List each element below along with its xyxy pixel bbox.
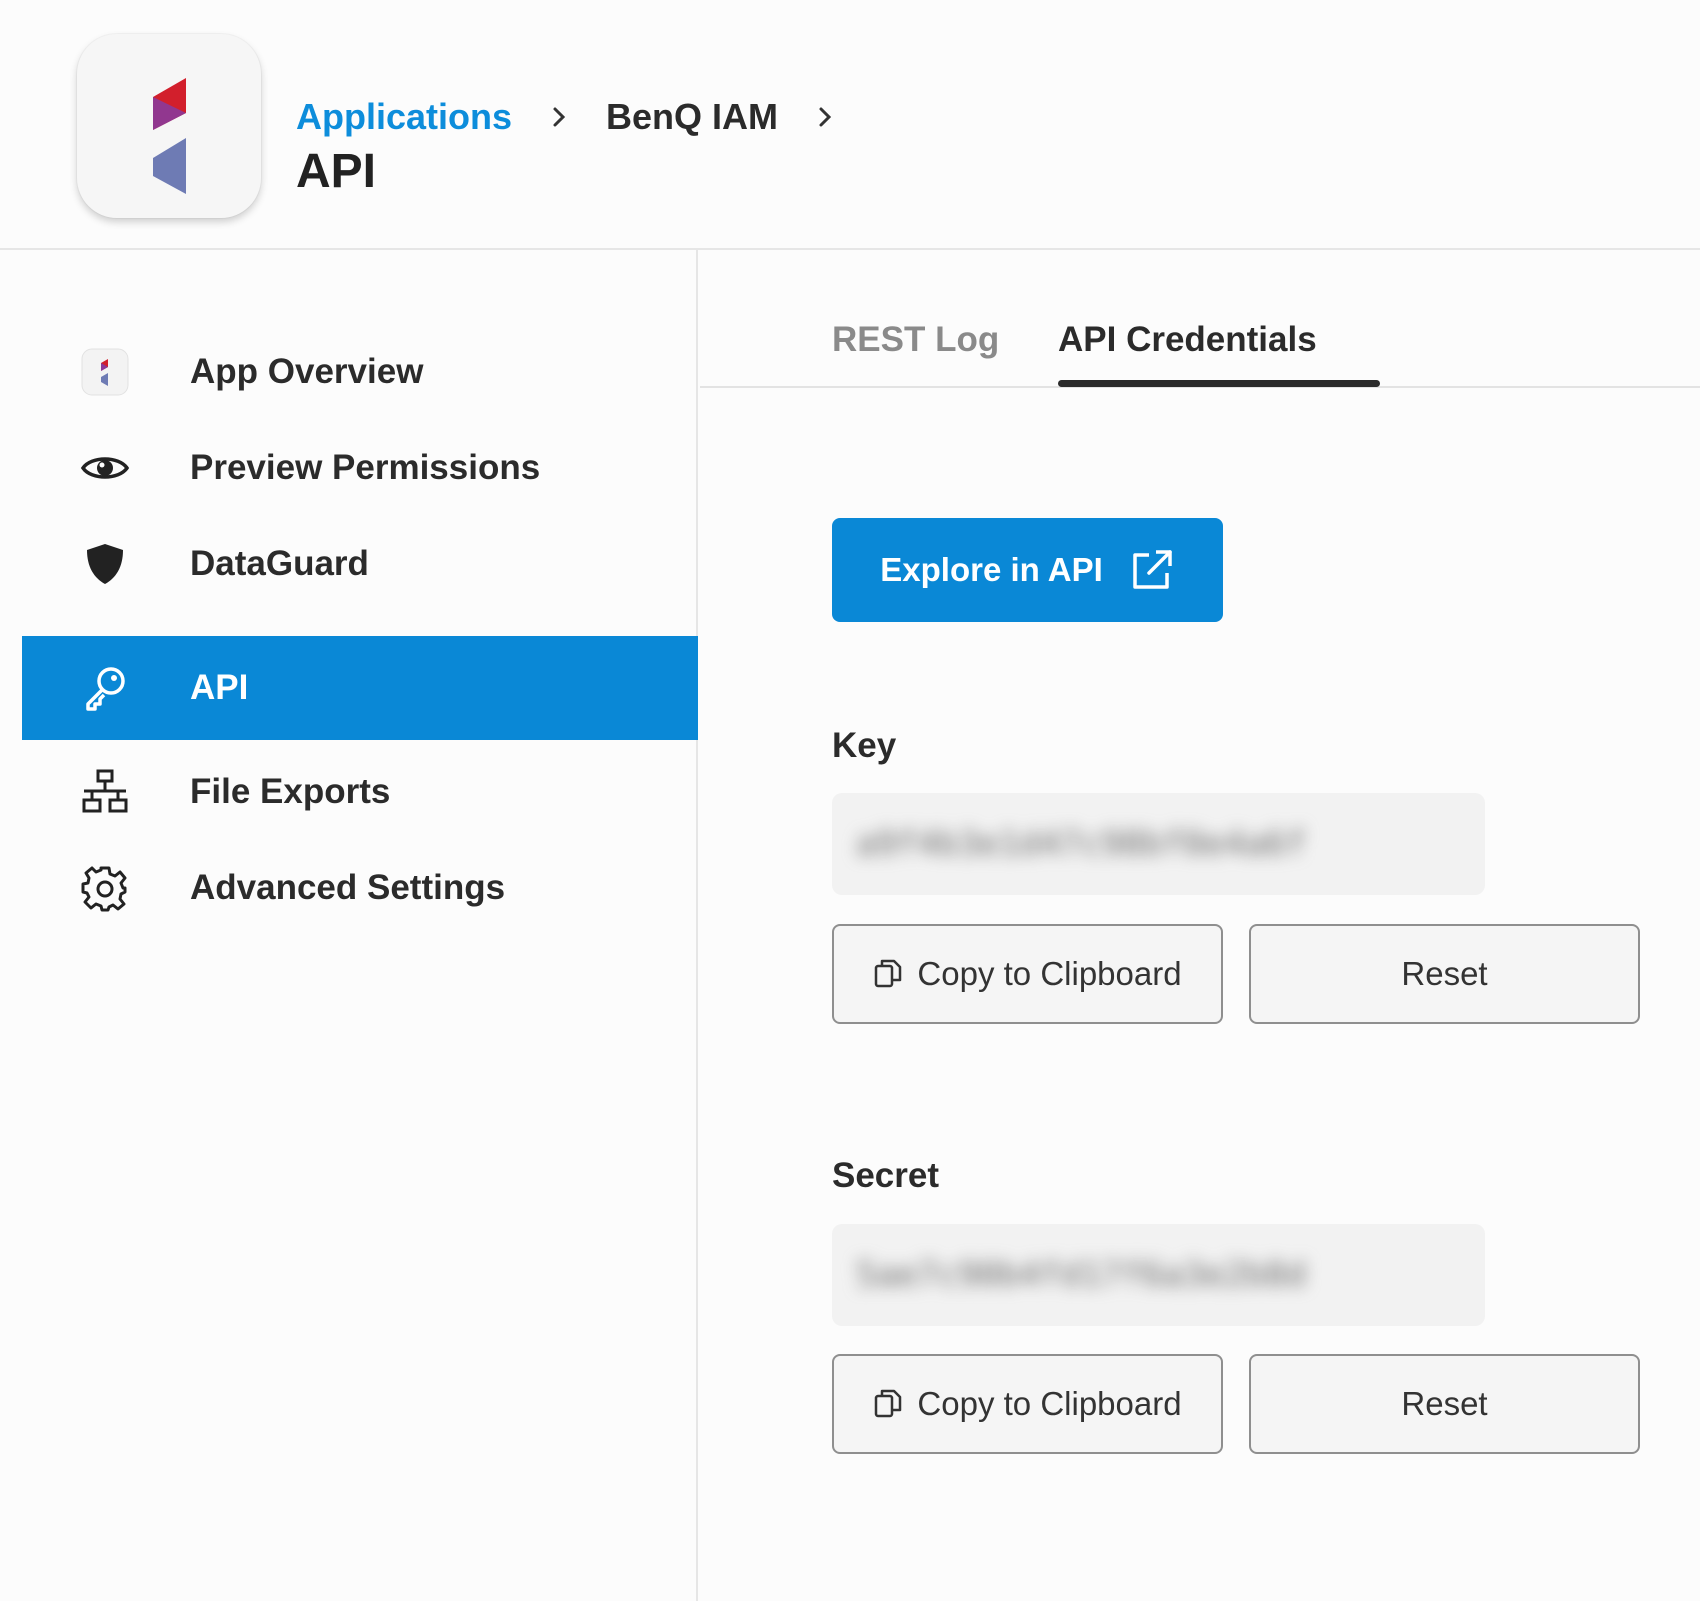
copy-secret-button[interactable]: Copy to Clipboard	[832, 1354, 1223, 1454]
explore-in-api-button[interactable]: Explore in API	[832, 518, 1223, 622]
key-label: Key	[832, 726, 897, 765]
sidebar-item-label: App Overview	[190, 352, 424, 391]
sidebar-item-dataguard[interactable]: DataGuard	[22, 512, 698, 616]
copy-key-button[interactable]: Copy to Clipboard	[832, 924, 1223, 1024]
gear-icon	[80, 863, 130, 913]
secret-field[interactable]: 5ae7c90b4fd17f6a3e2b8d	[832, 1224, 1485, 1326]
active-tab-indicator	[1058, 380, 1380, 387]
explore-button-label: Explore in API	[880, 551, 1103, 588]
sidebar-item-api[interactable]: API	[22, 636, 698, 740]
key-icon	[80, 663, 130, 713]
breadcrumb-app[interactable]: BenQ IAM	[606, 96, 778, 138]
network-icon	[80, 767, 130, 817]
app-logo-icon	[80, 347, 130, 397]
reset-key-button[interactable]: Reset	[1249, 924, 1640, 1024]
eye-icon	[80, 443, 130, 493]
breadcrumb: Applications BenQ IAM	[296, 92, 872, 142]
page-title: API	[296, 145, 377, 198]
copy-button-label: Copy to Clipboard	[917, 1385, 1182, 1422]
sidebar-item-advanced-settings[interactable]: Advanced Settings	[22, 836, 698, 940]
page-header: Applications BenQ IAM API	[0, 0, 1700, 250]
tab-api-credentials[interactable]: API Credentials	[1058, 320, 1317, 360]
key-value: a9f4b3e1d47c98bf0e4a6f	[856, 824, 1307, 864]
reset-secret-button[interactable]: Reset	[1249, 1354, 1640, 1454]
reset-button-label: Reset	[1401, 1385, 1488, 1422]
chevron-right-icon	[553, 107, 566, 127]
sidebar-item-label: Preview Permissions	[190, 448, 541, 487]
reset-button-label: Reset	[1401, 955, 1488, 992]
shield-icon	[80, 539, 130, 589]
sidebar-item-label: DataGuard	[190, 544, 369, 583]
chevron-right-icon	[819, 107, 832, 127]
sidebar-item-label: File Exports	[190, 772, 391, 811]
copy-icon	[875, 959, 902, 988]
app-logo	[77, 34, 261, 218]
tab-rest-log[interactable]: REST Log	[832, 320, 999, 360]
sidebar-item-label: Advanced Settings	[190, 868, 506, 907]
external-link-icon	[1133, 550, 1172, 589]
sidebar-item-label: API	[190, 668, 249, 707]
sidebar-item-preview-permissions[interactable]: Preview Permissions	[22, 416, 698, 520]
sidebar: App Overview Preview Permissions DataGua…	[0, 250, 698, 1601]
app-logo-icon	[153, 78, 186, 194]
secret-label: Secret	[832, 1156, 940, 1195]
sidebar-item-file-exports[interactable]: File Exports	[22, 740, 698, 844]
breadcrumb-applications[interactable]: Applications	[296, 96, 512, 138]
tab-bar: REST Log API Credentials	[700, 250, 1700, 388]
secret-value: 5ae7c90b4fd17f6a3e2b8d	[856, 1255, 1307, 1295]
sidebar-item-app-overview[interactable]: App Overview	[22, 320, 698, 424]
key-field[interactable]: a9f4b3e1d47c98bf0e4a6f	[832, 793, 1485, 895]
copy-icon	[875, 1389, 902, 1418]
copy-button-label: Copy to Clipboard	[917, 955, 1182, 992]
